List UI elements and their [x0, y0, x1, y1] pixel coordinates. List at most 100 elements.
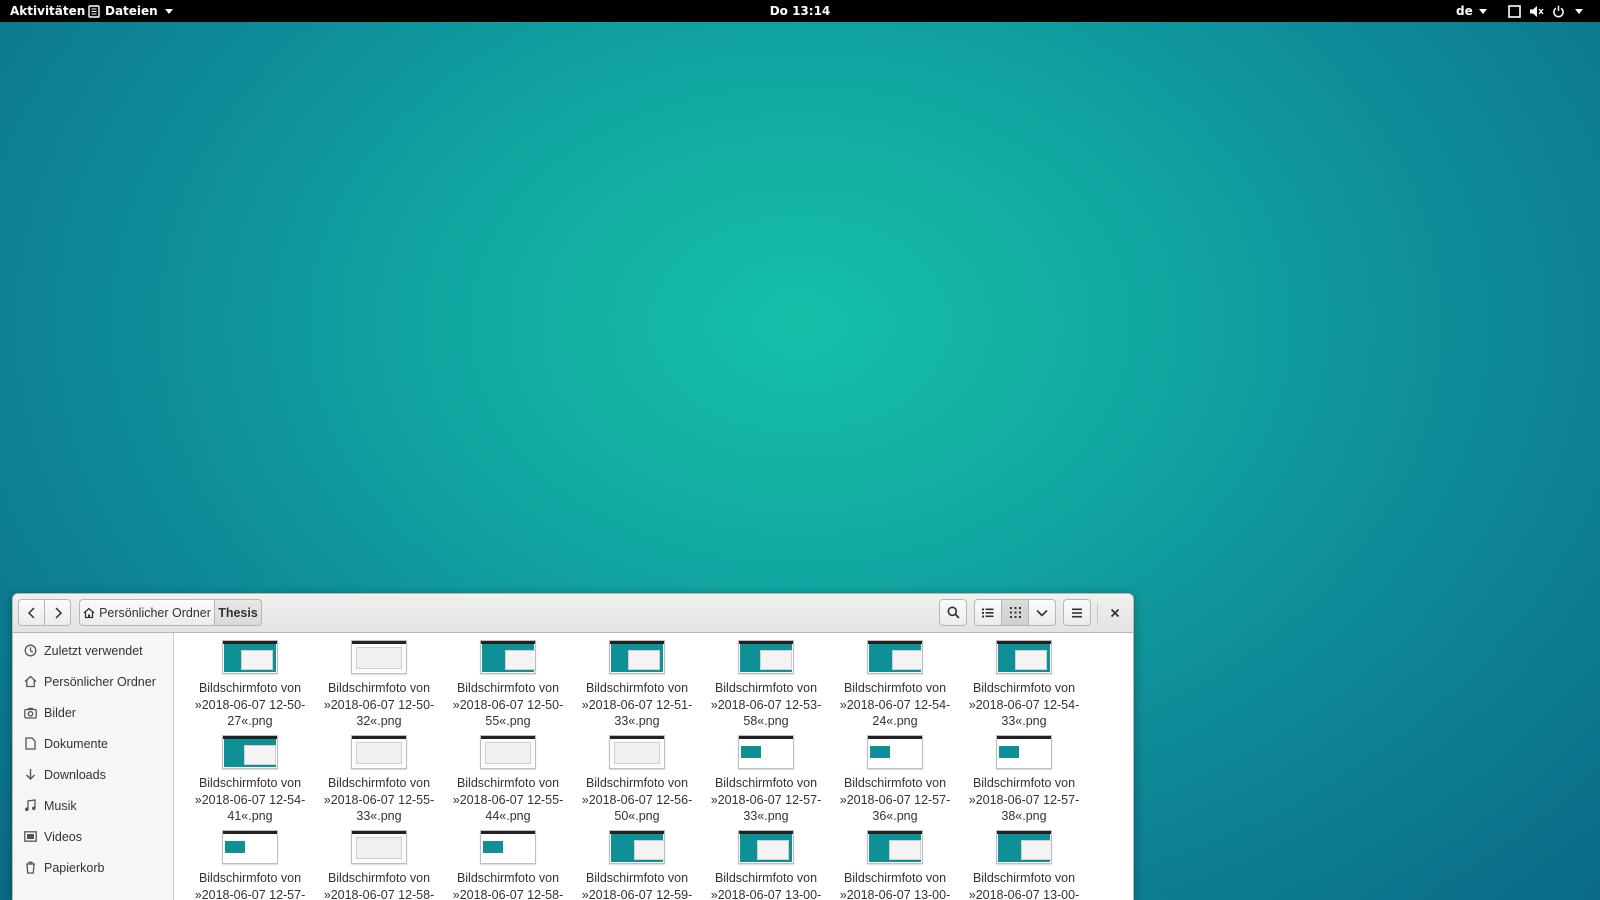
sidebar-item-videos[interactable]: Videos	[13, 821, 173, 852]
file-name-line: Bildschirmfoto von	[198, 871, 302, 885]
chevron-down-icon	[1575, 8, 1583, 14]
forward-button[interactable]	[44, 599, 71, 626]
file-item[interactable]: Bildschirmfoto von »2018-06-07 12-57- 36«.…	[832, 735, 958, 825]
back-button[interactable]	[18, 599, 45, 626]
sidebar-item-recent[interactable]: Zuletzt verwendet	[13, 635, 173, 666]
hamburger-menu-icon	[1071, 608, 1083, 618]
file-name-line: Bildschirmfoto von	[585, 871, 689, 885]
app-menu-button[interactable]: Dateien	[88, 0, 173, 22]
file-item[interactable]: Bildschirmfoto von »2018-06-07 13-00-	[832, 830, 958, 900]
file-name: Bildschirmfoto von »2018-06-07 12-54- 41«.…	[187, 775, 313, 825]
file-item[interactable]: Bildschirmfoto von »2018-06-07 12-58-	[445, 830, 571, 900]
file-item[interactable]: Bildschirmfoto von »2018-06-07 12-55- 33«.…	[316, 735, 442, 825]
header-separator	[1097, 603, 1098, 623]
file-name: Bildschirmfoto von »2018-06-07 12-50- 32«.…	[316, 680, 442, 730]
chevron-down-icon	[164, 8, 173, 14]
file-thumbnail	[480, 830, 536, 864]
window-icon	[1508, 4, 1521, 18]
music-icon	[23, 799, 37, 813]
file-name-line: Bildschirmfoto von	[456, 681, 560, 695]
file-name-line: Bildschirmfoto von	[843, 871, 947, 885]
file-name-line: »2018-06-07 13-00-	[968, 887, 1080, 900]
file-name-line: 33«.png	[356, 809, 402, 823]
file-name-line: 38«.png	[1001, 809, 1047, 823]
file-thumbnail	[222, 735, 278, 769]
system-status-menu[interactable]	[1508, 0, 1583, 22]
header-bar: Persönlicher Ordner Thesis	[13, 594, 1133, 633]
file-item[interactable]: Bildschirmfoto von »2018-06-07 12-54- 33«.…	[961, 640, 1087, 730]
file-thumbnail	[609, 830, 665, 864]
search-icon	[947, 606, 960, 619]
file-name-line: »2018-06-07 13-00-	[839, 887, 951, 900]
file-name: Bildschirmfoto von »2018-06-07 12-58-	[316, 870, 442, 900]
search-button[interactable]	[939, 599, 967, 626]
file-grid: Bildschirmfoto von »2018-06-07 12-50- 27«.…	[185, 634, 1133, 900]
places-sidebar: Zuletzt verwendet Persönlicher Ordner Bi…	[13, 633, 174, 900]
video-icon	[23, 830, 37, 844]
file-item[interactable]: Bildschirmfoto von »2018-06-07 12-57-	[187, 830, 313, 900]
file-item[interactable]: Bildschirmfoto von »2018-06-07 12-53- 58«.…	[703, 640, 829, 730]
file-name-line: Bildschirmfoto von	[327, 871, 431, 885]
view-options-button[interactable]	[1028, 599, 1056, 626]
file-name-line: Bildschirmfoto von	[456, 776, 560, 790]
sidebar-item-documents[interactable]: Dokumente	[13, 728, 173, 759]
file-item[interactable]: Bildschirmfoto von »2018-06-07 12-59-	[574, 830, 700, 900]
sidebar-item-pictures[interactable]: Bilder	[13, 697, 173, 728]
file-name-line: Bildschirmfoto von	[456, 871, 560, 885]
sidebar-item-home[interactable]: Persönlicher Ordner	[13, 666, 173, 697]
sidebar-item-label: Dokumente	[44, 736, 108, 751]
file-thumbnail	[738, 640, 794, 674]
file-item[interactable]: Bildschirmfoto von »2018-06-07 12-57- 33«.…	[703, 735, 829, 825]
activities-button[interactable]: Aktivitäten	[10, 0, 85, 22]
file-item[interactable]: Bildschirmfoto von »2018-06-07 12-51- 33«.…	[574, 640, 700, 730]
file-item[interactable]: Bildschirmfoto von »2018-06-07 12-55- 44«.…	[445, 735, 571, 825]
file-item[interactable]: Bildschirmfoto von »2018-06-07 12-57- 38«.…	[961, 735, 1087, 825]
grid-view-icon	[1009, 607, 1021, 618]
sidebar-item-downloads[interactable]: Downloads	[13, 759, 173, 790]
files-app-icon	[88, 4, 100, 18]
file-item[interactable]: Bildschirmfoto von »2018-06-07 12-54- 41«.…	[187, 735, 313, 825]
sidebar-item-music[interactable]: Musik	[13, 790, 173, 821]
file-thumbnail	[996, 830, 1052, 864]
file-name-line: Bildschirmfoto von	[972, 681, 1076, 695]
home-icon	[23, 675, 37, 689]
file-name: Bildschirmfoto von »2018-06-07 13-00-	[961, 870, 1087, 900]
file-name: Bildschirmfoto von »2018-06-07 12-51- 33«.…	[574, 680, 700, 730]
sidebar-item-trash[interactable]: Papierkorb	[13, 852, 173, 883]
sidebar-item-label: Bilder	[44, 705, 76, 720]
file-thumbnail	[609, 735, 665, 769]
file-name-line: 33«.png	[743, 809, 789, 823]
volume-muted-icon	[1529, 5, 1544, 18]
file-name-line: »2018-06-07 12-50-	[323, 697, 435, 712]
trash-icon	[23, 861, 37, 875]
file-item[interactable]: Bildschirmfoto von »2018-06-07 12-54- 24«.…	[832, 640, 958, 730]
file-name-line: 32«.png	[356, 714, 402, 728]
file-thumbnail	[351, 830, 407, 864]
keyboard-layout-menu[interactable]: de	[1456, 0, 1487, 22]
sidebar-item-label: Musik	[44, 798, 77, 813]
file-name-line: »2018-06-07 12-56-	[581, 792, 693, 807]
file-item[interactable]: Bildschirmfoto von »2018-06-07 12-58-	[316, 830, 442, 900]
file-name-line: Bildschirmfoto von	[198, 776, 302, 790]
file-name-line: Bildschirmfoto von	[198, 681, 302, 695]
power-icon	[1552, 5, 1565, 18]
file-item[interactable]: Bildschirmfoto von »2018-06-07 12-50- 55«.…	[445, 640, 571, 730]
file-thumbnail	[222, 640, 278, 674]
clock[interactable]: Do 13:14	[770, 4, 831, 18]
file-thumbnail	[222, 830, 278, 864]
file-item[interactable]: Bildschirmfoto von »2018-06-07 13-00-	[961, 830, 1087, 900]
breadcrumb-home[interactable]: Persönlicher Ordner	[79, 599, 215, 626]
file-item[interactable]: Bildschirmfoto von »2018-06-07 12-56- 50«.…	[574, 735, 700, 825]
grid-view-button[interactable]	[1001, 599, 1029, 626]
main-menu-button[interactable]	[1063, 599, 1091, 626]
file-thumbnail	[351, 735, 407, 769]
close-window-button[interactable]	[1102, 599, 1128, 626]
file-item[interactable]: Bildschirmfoto von »2018-06-07 12-50- 27«.…	[187, 640, 313, 730]
file-name-line: »2018-06-07 12-54-	[968, 697, 1080, 712]
breadcrumb-current[interactable]: Thesis	[214, 599, 262, 626]
chevron-down-icon	[1036, 609, 1048, 617]
file-item[interactable]: Bildschirmfoto von »2018-06-07 13-00-	[703, 830, 829, 900]
file-item[interactable]: Bildschirmfoto von »2018-06-07 12-50- 32«.…	[316, 640, 442, 730]
file-name-line: »2018-06-07 12-50-	[194, 697, 306, 712]
list-view-button[interactable]	[974, 599, 1002, 626]
